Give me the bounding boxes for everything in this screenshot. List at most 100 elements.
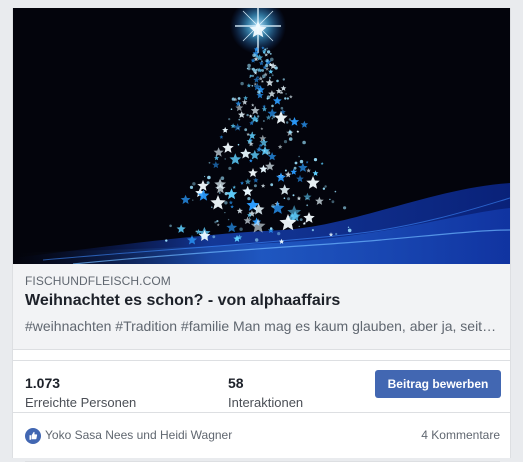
tree-light	[251, 74, 255, 78]
tree-light	[298, 225, 300, 227]
tree-light	[280, 106, 284, 110]
tree-light	[252, 53, 256, 58]
tree-light	[288, 118, 292, 121]
tree-light	[251, 131, 254, 133]
tree-light	[251, 85, 254, 87]
tree-light	[284, 97, 287, 100]
interactions-count: 58	[228, 375, 244, 391]
tree-light	[208, 161, 211, 164]
tree-light	[247, 63, 251, 68]
tree-light	[282, 78, 285, 81]
tree-light	[274, 66, 278, 70]
tree-light	[347, 228, 352, 233]
tree-light	[277, 232, 281, 236]
tree-light	[266, 151, 271, 155]
tree-light	[271, 204, 275, 208]
tree-light	[231, 97, 235, 101]
tree-light	[246, 113, 249, 117]
tree-light	[292, 194, 295, 197]
tree-light	[224, 158, 226, 160]
tree-light	[263, 150, 266, 152]
reactors-text[interactable]: Yoko Sasa Nees und Heidi Wagner	[45, 428, 232, 442]
tree-light	[253, 184, 257, 188]
tree-light	[247, 67, 251, 71]
tree-light	[285, 93, 287, 95]
tree-light	[288, 130, 292, 134]
tree-light	[302, 140, 306, 145]
tree-light	[299, 159, 304, 164]
tree-light	[287, 197, 291, 201]
tree-light	[219, 192, 221, 194]
tree-light	[269, 227, 273, 230]
tree-light	[266, 50, 271, 54]
tree-light	[247, 197, 251, 201]
link-preview[interactable]: FISCHUNDFLEISCH.COM Weihnachtet es schon…	[13, 264, 510, 350]
tree-light	[306, 204, 309, 207]
tree-light	[227, 218, 230, 221]
tree-light	[313, 158, 318, 162]
like-icon	[25, 428, 41, 444]
tree-light	[207, 175, 211, 180]
tree-light	[271, 104, 274, 108]
tree-light	[224, 212, 226, 214]
post-footer: Yoko Sasa Nees und Heidi Wagner 4 Kommen…	[13, 412, 510, 458]
tree-light	[237, 127, 240, 130]
tree-light	[255, 238, 259, 242]
tree-light	[212, 235, 216, 239]
interactions-label: Interaktionen	[228, 395, 304, 410]
tree-light	[204, 175, 206, 178]
tree-light	[228, 118, 231, 121]
tree-light	[230, 108, 233, 110]
tree-light	[270, 183, 274, 187]
reach-label: Erreichte Personen	[25, 395, 137, 410]
tree-light	[293, 166, 297, 170]
tree-light	[240, 81, 244, 86]
tree-light	[266, 47, 268, 50]
tree-light	[294, 161, 298, 165]
comment-count[interactable]: 4 Kommentare	[421, 428, 500, 442]
tree-light	[228, 166, 232, 170]
tree-light	[298, 155, 300, 158]
tree-light	[334, 190, 337, 193]
tree-light	[257, 115, 260, 118]
tree-light	[299, 218, 303, 222]
tree-light	[206, 181, 210, 185]
tree-light	[343, 206, 347, 210]
link-domain: FISCHUNDFLEISCH.COM	[25, 274, 171, 288]
tree-light	[261, 69, 264, 72]
tree-light	[322, 187, 326, 190]
tree-light	[262, 74, 266, 78]
tree-light	[192, 199, 194, 201]
tree-light	[189, 185, 194, 189]
tree-light	[286, 97, 289, 100]
promote-post-button[interactable]: Beitrag bewerben	[375, 370, 501, 398]
tree-light	[248, 140, 251, 143]
tree-light	[249, 76, 251, 78]
tree-light	[329, 198, 331, 201]
post-image[interactable]	[13, 8, 510, 264]
tree-light	[224, 201, 228, 205]
tree-light	[324, 185, 327, 188]
tree-light	[264, 48, 267, 51]
tree-light	[269, 53, 272, 55]
tree-light	[238, 118, 241, 121]
tree-light	[265, 63, 269, 68]
tree-light	[271, 118, 273, 120]
tree-light	[264, 54, 267, 56]
tree-light	[165, 239, 168, 242]
tree-light	[169, 224, 172, 228]
tree-light	[192, 182, 196, 186]
tree-light	[306, 198, 308, 200]
tree-light	[257, 90, 261, 94]
tree-light	[263, 144, 266, 147]
tree-light	[286, 121, 289, 124]
tree-light	[311, 229, 314, 232]
tree-light	[244, 128, 248, 132]
tree-light	[195, 230, 198, 233]
post-card: FISCHUNDFLEISCH.COM Weihnachtet es schon…	[12, 8, 511, 462]
tree-light	[220, 176, 225, 180]
link-headline[interactable]: Weihnachtet es schon? - von alphaaffairs	[25, 292, 340, 310]
tree-light	[271, 74, 274, 77]
tree-light	[266, 97, 269, 100]
tree-light	[263, 139, 265, 142]
